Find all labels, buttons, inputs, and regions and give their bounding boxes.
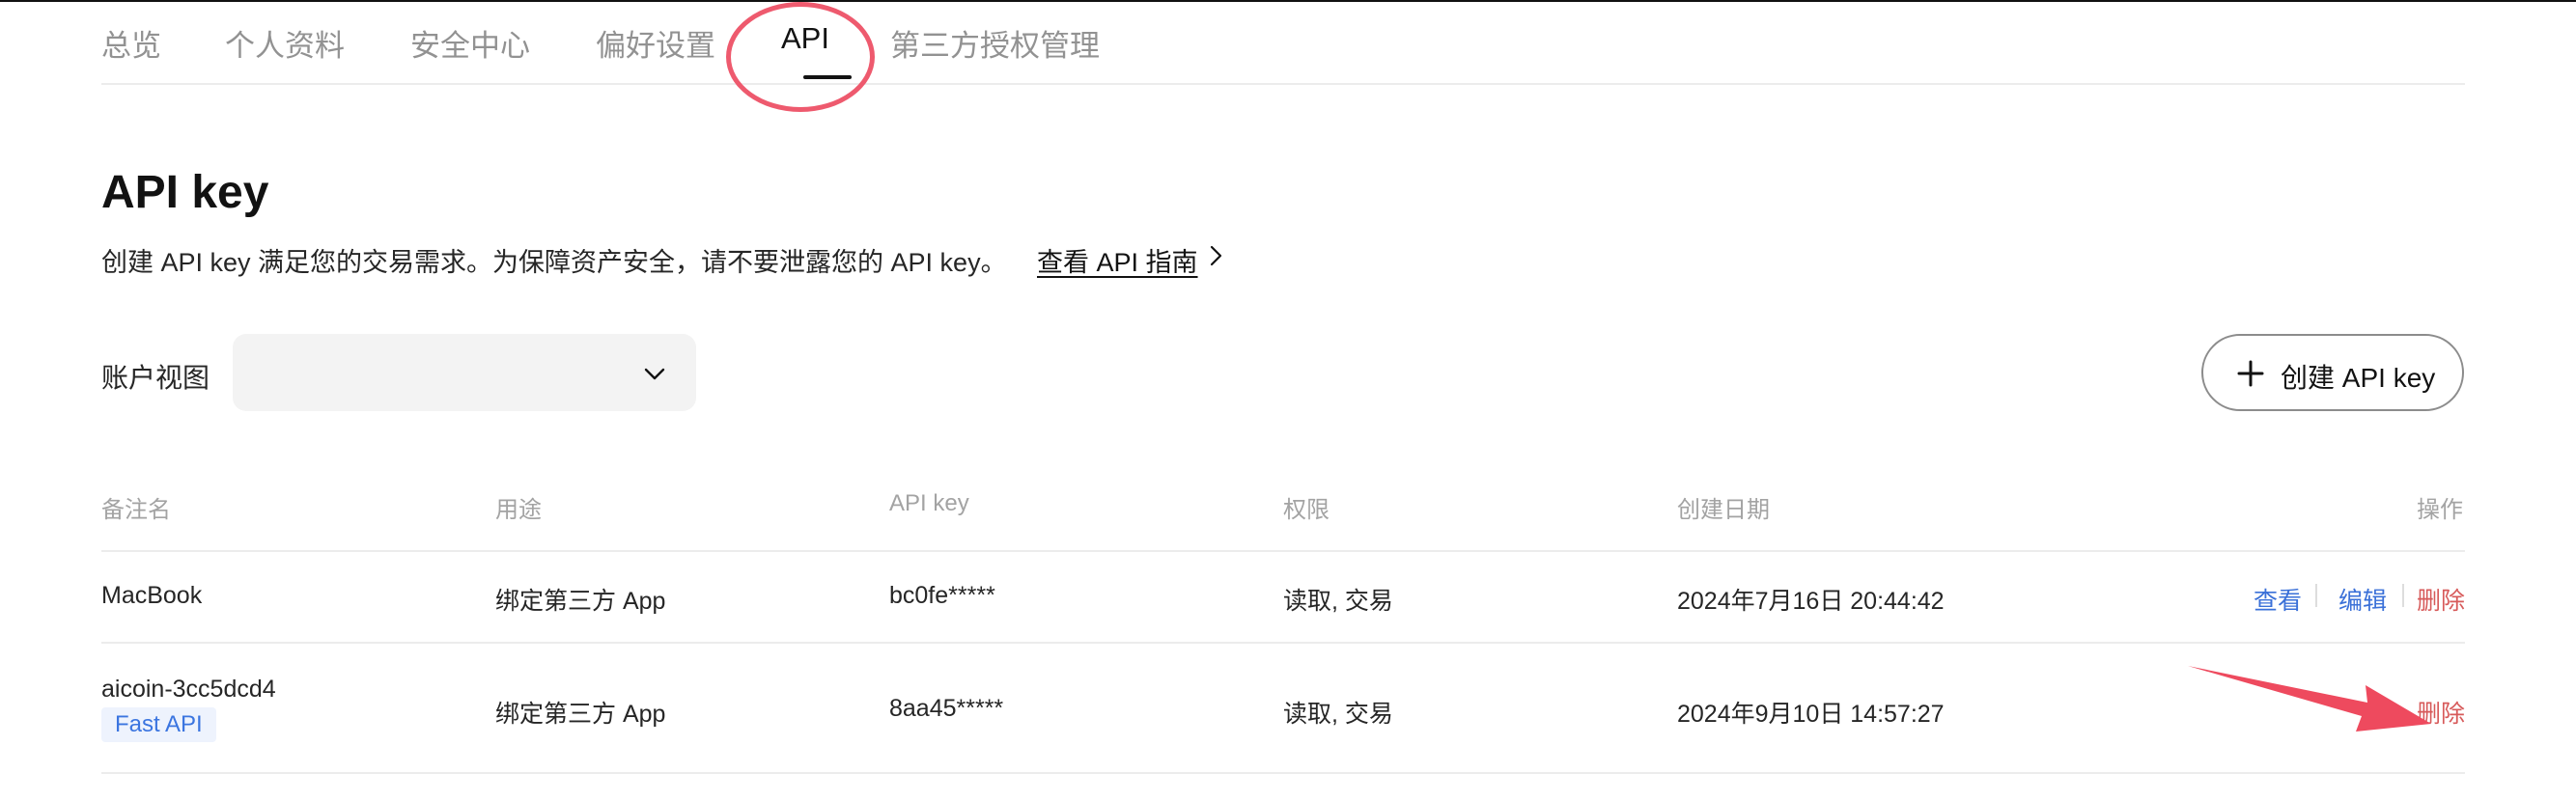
tab-security[interactable]: 安全中心 bbox=[410, 21, 530, 65]
row-permissions: 读取, 交易 bbox=[1283, 588, 1393, 615]
row-usage: 绑定第三方 App bbox=[495, 588, 666, 615]
row-api-key: bc0fe***** bbox=[889, 582, 995, 609]
tab-bar: 总览 个人资料 安全中心 偏好设置 API 第三方授权管理 bbox=[101, 0, 2465, 85]
column-header-actions: 操作 bbox=[2417, 497, 2463, 523]
row-permissions: 读取, 交易 bbox=[1283, 701, 1393, 728]
column-header-permissions: 权限 bbox=[1283, 497, 1330, 523]
tab-third-party-auth[interactable]: 第三方授权管理 bbox=[890, 21, 1100, 65]
table-divider bbox=[101, 772, 2465, 774]
delete-button[interactable]: 删除 bbox=[2417, 582, 2465, 617]
action-divider bbox=[2402, 584, 2404, 607]
arrow-annotation-icon bbox=[2188, 666, 2431, 732]
api-guide-link[interactable]: 查看 API 指南 bbox=[1037, 241, 1198, 279]
view-button[interactable]: 查看 bbox=[2254, 582, 2302, 617]
account-view-label: 账户视图 bbox=[101, 363, 210, 393]
highlight-circle-annotation bbox=[726, 2, 875, 112]
row-created-date: 2024年9月10日 14:57:27 bbox=[1677, 701, 1945, 728]
column-header-usage: 用途 bbox=[495, 497, 542, 523]
create-api-key-label: 创建 API key bbox=[2281, 363, 2436, 393]
tab-preferences[interactable]: 偏好设置 bbox=[596, 21, 715, 65]
account-view-select[interactable] bbox=[233, 334, 696, 411]
column-header-name: 备注名 bbox=[101, 497, 171, 523]
create-api-key-button[interactable]: 创建 API key bbox=[2201, 334, 2464, 411]
column-header-created: 创建日期 bbox=[1677, 497, 1770, 523]
table-divider bbox=[101, 550, 2465, 552]
chevron-right-icon[interactable] bbox=[1204, 243, 1229, 268]
page-title: API key bbox=[101, 167, 269, 218]
tab-profile[interactable]: 个人资料 bbox=[225, 21, 345, 65]
edit-button[interactable]: 编辑 bbox=[2338, 582, 2387, 617]
row-name: MacBook bbox=[101, 582, 203, 609]
fast-api-badge: Fast API bbox=[101, 707, 216, 742]
action-divider bbox=[2315, 584, 2317, 607]
table-divider bbox=[101, 642, 2465, 644]
page-description: 创建 API key 满足您的交易需求。为保障资产安全，请不要泄露您的 API … bbox=[101, 248, 1007, 277]
chevron-down-icon bbox=[644, 368, 665, 380]
plus-icon bbox=[2237, 360, 2264, 387]
tab-overview[interactable]: 总览 bbox=[101, 21, 161, 65]
row-usage: 绑定第三方 App bbox=[495, 701, 666, 728]
row-name: aicoin-3cc5dcd4 bbox=[101, 676, 276, 703]
row-created-date: 2024年7月16日 20:44:42 bbox=[1677, 588, 1945, 615]
row-api-key: 8aa45***** bbox=[889, 695, 1004, 722]
column-header-api-key: API key bbox=[889, 490, 969, 516]
